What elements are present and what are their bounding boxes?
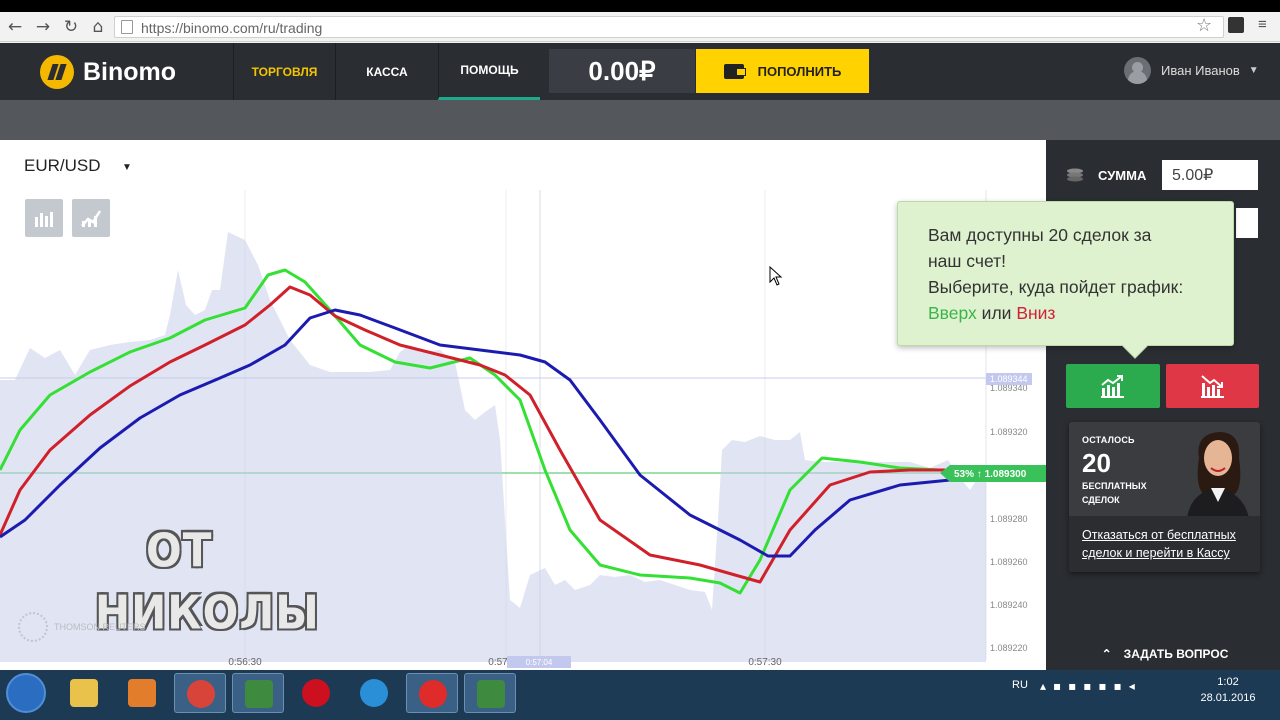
sum-label: СУММА <box>1098 168 1147 183</box>
app-header: Binomo ТОРГОВЛЯ КАССА ПОМОЩЬ 0.00₽ ПОПОЛ… <box>0 43 1280 100</box>
ask-question-button[interactable]: ⌃ ЗАДАТЬ ВОПРОС <box>1055 637 1275 670</box>
promo-left-label: ОСТАЛОСЬ <box>1082 435 1135 445</box>
folder-icon <box>70 679 98 707</box>
call-up-button[interactable] <box>1066 364 1160 408</box>
taskbar-ie[interactable] <box>348 673 400 713</box>
tab-help[interactable]: ПОМОЩЬ <box>438 43 540 100</box>
trend-up-icon <box>1101 375 1124 398</box>
price-tick-label: 1.089240 <box>990 600 1028 610</box>
taskbar-camtasia[interactable] <box>232 673 284 713</box>
windows-start-icon[interactable] <box>6 673 46 713</box>
price-tick-label: 1.089320 <box>990 427 1028 437</box>
chevron-up-icon: ⌃ <box>1101 646 1112 661</box>
thomson-reuters-icon <box>18 612 48 642</box>
opera-icon <box>302 679 330 707</box>
bookmark-star-icon[interactable]: ☆ <box>1196 15 1212 36</box>
current-price-label: 53% ↑ 1.089300 <box>954 469 1027 480</box>
taskbar-chrome[interactable] <box>174 673 226 713</box>
internet-explorer-icon <box>360 679 388 707</box>
expiry-field[interactable] <box>1236 208 1258 238</box>
data-provider-logo: THOMSON REUTERS <box>18 612 146 642</box>
extension-icon[interactable] <box>1228 17 1244 33</box>
promo-count: 20 <box>1082 448 1111 478</box>
reload-icon[interactable]: ↻ <box>60 16 82 38</box>
provider-name: THOMSON REUTERS <box>54 622 146 632</box>
trend-down-icon <box>1201 375 1224 398</box>
asset-selector[interactable]: EUR/USD <box>24 156 101 176</box>
taskbar-yandex[interactable] <box>406 673 458 713</box>
deposit-button[interactable]: ПОПОЛНИТЬ <box>696 49 869 93</box>
tooltip-line2: наш счет! <box>928 251 1006 271</box>
support-woman-image <box>1187 432 1249 518</box>
yandex-icon <box>419 680 447 708</box>
user-menu[interactable]: Иван Иванов ▼ <box>1124 57 1259 84</box>
price-tick-label: 1.089260 <box>990 557 1028 567</box>
watermark-line1: ОТ <box>146 523 213 578</box>
taskbar-media[interactable] <box>116 673 168 713</box>
tooltip-line1: Вам доступны 20 сделок за <box>928 225 1152 245</box>
address-bar[interactable]: https://binomo.com/ru/trading <box>114 16 1224 38</box>
time-tick-label: 0:57 <box>488 657 508 668</box>
taskbar-opera[interactable] <box>290 673 342 713</box>
ask-label: ЗАДАТЬ ВОПРОС <box>1123 646 1229 661</box>
avatar <box>1124 57 1151 84</box>
sum-input[interactable] <box>1162 160 1258 190</box>
down-word: Вниз <box>1016 303 1056 323</box>
promo-free-label: БЕСПЛАТНЫХ СДЕЛОК <box>1082 481 1147 505</box>
camtasia-recorder-icon <box>477 680 505 708</box>
binomo-logo[interactable]: Binomo <box>40 55 176 89</box>
clock-date: 28.01.2016 <box>1200 692 1256 704</box>
marker-price-label: 1.089344 <box>990 374 1028 384</box>
free-trades-promo: ОСТАЛОСЬ 20 БЕСПЛАТНЫХ СДЕЛОК Отказаться… <box>1069 422 1260 572</box>
mouse-cursor-icon <box>769 266 783 286</box>
price-tick-label: 1.089280 <box>990 514 1028 524</box>
tab-cashier[interactable]: КАССА <box>335 43 438 100</box>
chevron-down-icon[interactable]: ▼ <box>122 162 132 173</box>
logo-icon <box>40 55 74 89</box>
user-name: Иван Иванов <box>1161 63 1240 78</box>
browser-menu-icon[interactable]: ≡ <box>1258 16 1267 33</box>
top-strip <box>0 0 1280 12</box>
or-word: или <box>981 303 1012 323</box>
balance-display: 0.00₽ <box>549 49 695 93</box>
back-icon[interactable]: ← <box>4 16 26 38</box>
tooltip-line3: Выберите, куда пойдет график: <box>928 277 1184 297</box>
coins-icon <box>1067 168 1083 182</box>
chrome-icon <box>187 680 215 708</box>
forward-icon[interactable]: → <box>32 16 54 38</box>
free-trades-tooltip: Вам доступны 20 сделок за наш счет! Выбе… <box>897 201 1234 359</box>
wallet-icon <box>723 63 746 79</box>
page-icon <box>121 20 133 34</box>
browser-toolbar: ← → ↻ ⌂ https://binomo.com/ru/trading <box>0 12 1280 42</box>
price-tick-label: 1.089220 <box>990 643 1028 653</box>
put-down-button[interactable] <box>1166 364 1259 408</box>
camtasia-icon <box>245 680 273 708</box>
sub-bar <box>0 100 1280 140</box>
taskbar-camtasia-recorder[interactable] <box>464 673 516 713</box>
taskbar-explorer[interactable] <box>58 673 110 713</box>
clock-time: 1:02 <box>1217 676 1239 688</box>
refuse-free-trades-link[interactable]: Отказаться от бесплатных сделок и перейт… <box>1082 526 1252 562</box>
chevron-down-icon: ▼ <box>1248 65 1259 76</box>
tray-icons[interactable]: ▴▪▪▪▪▪◂ <box>1040 679 1142 693</box>
logo-text: Binomo <box>83 57 177 86</box>
windows-taskbar: RU ▴▪▪▪▪▪◂ 1:02 28.01.2016 <box>0 670 1280 720</box>
tooltip-line4: Вверх или Вниз <box>928 300 1233 326</box>
time-tick-label: 0:56:30 <box>228 657 262 668</box>
language-indicator[interactable]: RU <box>1012 679 1028 691</box>
deposit-label: ПОПОЛНИТЬ <box>757 63 842 79</box>
system-clock[interactable]: 1:02 28.01.2016 <box>1198 674 1258 706</box>
url-text: https://binomo.com/ru/trading <box>141 20 323 36</box>
up-word: Вверх <box>928 303 977 323</box>
cursor-time-label: 0:57:04 <box>526 658 553 667</box>
home-icon[interactable]: ⌂ <box>87 16 109 38</box>
time-tick-label: 0:57:30 <box>748 657 782 668</box>
tab-trading[interactable]: ТОРГОВЛЯ <box>233 43 335 100</box>
media-player-icon <box>128 679 156 707</box>
